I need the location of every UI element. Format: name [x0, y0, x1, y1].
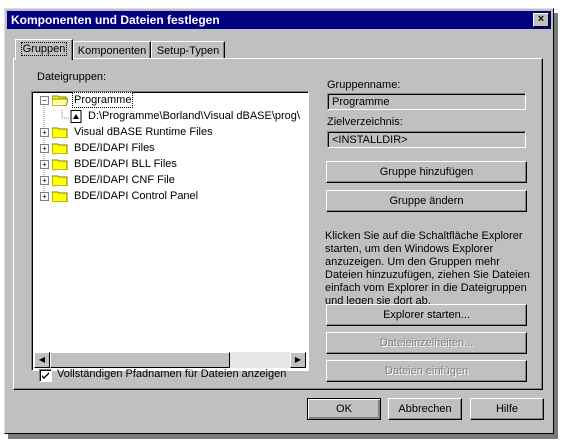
folder-icon [52, 127, 68, 138]
file-groups-tree[interactable]: − Programme D:\Programme\Borland\Visual … [31, 91, 309, 371]
expand-icon[interactable]: + [40, 176, 49, 185]
checkmark-icon [42, 372, 49, 379]
help-button[interactable]: Hilfe [470, 398, 544, 420]
folder-icon [52, 143, 68, 154]
change-group-label: Gruppe ändern [389, 195, 464, 207]
file-details-label: Dateieinzelheiten... [379, 337, 474, 349]
tree-item-label: D:\Programme\Borland\Visual dBASE\prog\ [88, 110, 300, 122]
target-dir-field[interactable]: <INSTALLDIR> [327, 131, 526, 148]
folder-icon [52, 191, 68, 202]
target-dir-label: Zielverzeichnis: [327, 116, 403, 128]
help-description: Klicken Sie auf die Schaltfläche Explore… [325, 230, 530, 307]
expand-icon[interactable]: + [40, 192, 49, 201]
tab-gruppen-label: Gruppen [20, 42, 68, 56]
tree-item-label: BDE/IDAPI BLL Files [74, 158, 177, 170]
collapse-icon[interactable]: − [40, 96, 49, 105]
insert-files-label: Dateien einfügen [384, 365, 469, 377]
horizontal-scrollbar[interactable]: ◀ ▶ [34, 352, 306, 368]
cancel-label: Abbrechen [398, 403, 452, 415]
tree-item-label: Visual dBASE Runtime Files [74, 126, 213, 138]
file-groups-label: Dateigruppen: [37, 71, 107, 83]
cancel-button[interactable]: Abbrechen [388, 398, 462, 420]
tab-setup-typen-label: Setup-Typen [156, 45, 220, 57]
add-group-button[interactable]: Gruppe hinzufügen [326, 161, 527, 183]
add-group-label: Gruppe hinzufügen [379, 166, 474, 178]
folder-icon [52, 175, 68, 186]
tree-item-label: BDE/IDAPI CNF File [74, 174, 175, 186]
ok-label: OK [336, 403, 352, 415]
tree-item-label: Programme [72, 92, 134, 108]
dialog-window: Komponenten und Dateien festlegen × Grup… [4, 8, 554, 434]
help-label: Hilfe [495, 403, 518, 415]
group-name-field[interactable]: Programme [327, 93, 526, 110]
insert-files-button[interactable]: Dateien einfügen [326, 360, 527, 382]
tree-item-label: BDE/IDAPI Files [74, 142, 155, 154]
expand-icon[interactable]: + [40, 160, 49, 169]
close-button[interactable]: × [533, 13, 549, 27]
tab-komponenten-label: Komponenten [77, 45, 147, 57]
file-icon [70, 110, 82, 123]
explorer-start-label: Explorer starten... [383, 309, 470, 321]
scroll-left-button[interactable]: ◀ [34, 352, 50, 368]
close-icon: × [537, 13, 545, 25]
scroll-thumb[interactable] [50, 352, 230, 368]
tab-gruppen[interactable]: Gruppen [15, 39, 73, 60]
group-name-label: Gruppenname: [327, 79, 401, 91]
folder-open-icon [52, 95, 68, 106]
expand-icon[interactable]: + [40, 144, 49, 153]
full-path-checkbox[interactable] [39, 369, 52, 382]
tree-item-label: BDE/IDAPI Control Panel [74, 190, 199, 202]
explorer-start-button[interactable]: Explorer starten... [326, 304, 527, 326]
ok-button[interactable]: OK [307, 398, 381, 420]
window-title: Komponenten und Dateien festlegen [11, 13, 220, 27]
expand-icon[interactable]: + [40, 128, 49, 137]
title-bar: Komponenten und Dateien festlegen × [7, 11, 551, 29]
folder-icon [52, 159, 68, 170]
scroll-right-button[interactable]: ▶ [290, 352, 306, 368]
change-group-button[interactable]: Gruppe ändern [326, 190, 527, 212]
full-path-checkbox-label: Vollständigen Pfadnamen für Dateien anze… [57, 368, 287, 380]
file-details-button[interactable]: Dateieinzelheiten... [326, 332, 527, 354]
